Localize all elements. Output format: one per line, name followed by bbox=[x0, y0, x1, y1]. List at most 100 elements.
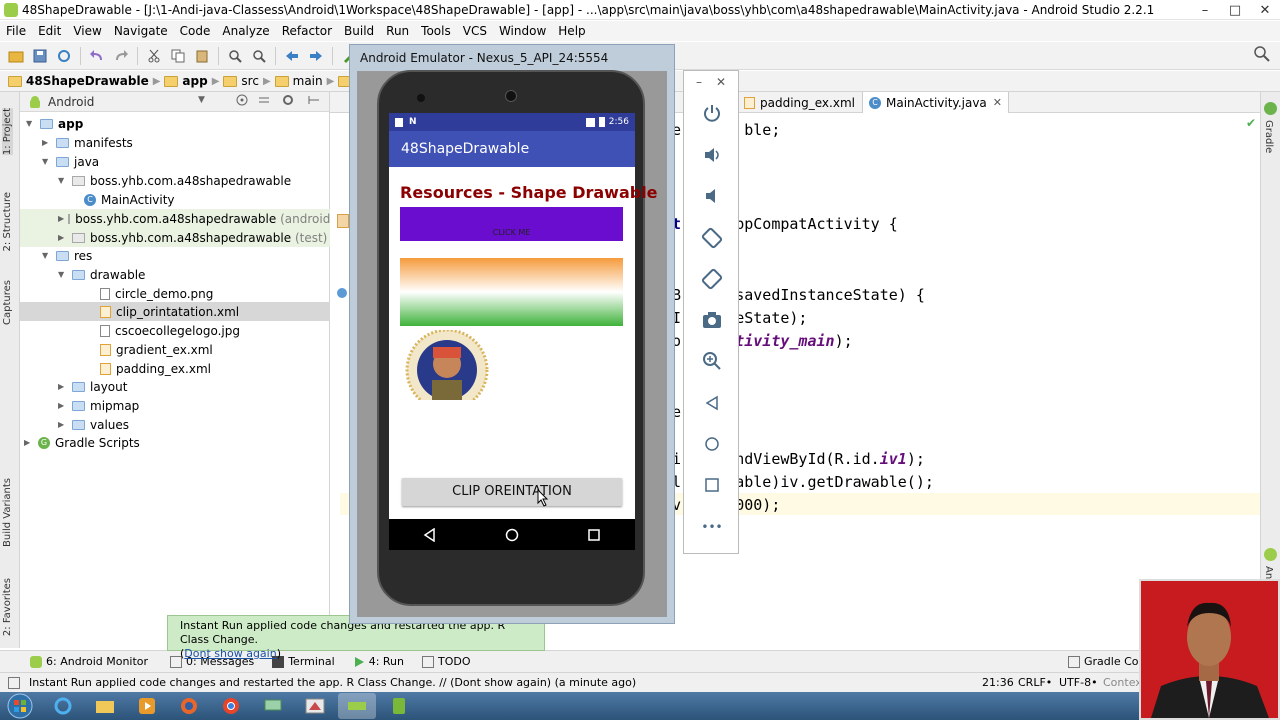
tab-build-variants[interactable]: Build Variants bbox=[2, 478, 13, 547]
tab-mainactivity[interactable]: C MainActivity.java ✕ bbox=[862, 92, 1009, 113]
tree-package-test[interactable]: ▶ boss.yhb.com.a48shapedrawable (test) bbox=[20, 228, 330, 247]
redo-icon[interactable] bbox=[110, 45, 132, 67]
camera-icon[interactable] bbox=[698, 306, 726, 334]
tree-package-androidtest[interactable]: ▶ boss.yhb.com.a48shapedrawable (androidT… bbox=[20, 209, 359, 228]
cut-icon[interactable] bbox=[143, 45, 165, 67]
hide-panel-icon[interactable] bbox=[308, 94, 320, 106]
maximize-button[interactable]: □ bbox=[1220, 0, 1250, 20]
close-emulator-icon[interactable]: ✕ bbox=[716, 75, 726, 89]
menu-refactor[interactable]: Refactor bbox=[282, 24, 332, 38]
breadcrumb-app[interactable]: app ▶ bbox=[164, 74, 219, 88]
tree-mipmap[interactable]: ▶ mipmap bbox=[58, 396, 139, 415]
line-separator[interactable]: CRLF• bbox=[1018, 676, 1052, 689]
volume-down-icon[interactable] bbox=[698, 182, 726, 210]
breadcrumb-project[interactable]: 48ShapeDrawable ▶ bbox=[8, 74, 160, 88]
ie-icon[interactable] bbox=[44, 693, 82, 719]
tree-mainactivity[interactable]: C MainActivity bbox=[84, 190, 175, 209]
media-player-icon[interactable] bbox=[128, 693, 166, 719]
menu-analyze[interactable]: Analyze bbox=[222, 24, 269, 38]
replace-icon[interactable] bbox=[248, 45, 270, 67]
settings-gear-icon[interactable] bbox=[282, 94, 294, 106]
paste-icon[interactable] bbox=[191, 45, 213, 67]
rotate-right-icon[interactable] bbox=[698, 265, 726, 293]
more-options-icon[interactable]: ••• bbox=[698, 513, 726, 541]
paint-icon[interactable] bbox=[296, 693, 334, 719]
tab-favorites[interactable]: 2: Favorites bbox=[2, 578, 13, 636]
tab-structure[interactable]: 2: Structure bbox=[2, 192, 13, 251]
close-tab-icon[interactable]: ✕ bbox=[993, 96, 1002, 109]
zoom-icon[interactable] bbox=[698, 347, 726, 375]
tree-clip-orintatation[interactable]: clip_orintatation.xml bbox=[20, 302, 330, 321]
minimize-button[interactable]: – bbox=[1190, 0, 1220, 20]
nav-back-icon[interactable] bbox=[423, 527, 437, 542]
tree-padding-ex[interactable]: padding_ex.xml bbox=[100, 359, 211, 378]
caret-position[interactable]: 21:36 bbox=[982, 676, 1014, 689]
menu-navigate[interactable]: Navigate bbox=[114, 24, 168, 38]
tree-circle-demo[interactable]: circle_demo.png bbox=[100, 284, 213, 303]
tree-package[interactable]: ▼ boss.yhb.com.a48shapedrawable bbox=[58, 171, 291, 190]
tree-java[interactable]: ▼ java bbox=[42, 152, 99, 171]
copy-icon[interactable] bbox=[167, 45, 189, 67]
menu-file[interactable]: File bbox=[6, 24, 26, 38]
home-icon[interactable] bbox=[698, 430, 726, 458]
fold-marker-icon[interactable] bbox=[337, 214, 349, 228]
tree-cscoecollegelogo[interactable]: cscoecollegelogo.jpg bbox=[100, 321, 240, 340]
tree-values[interactable]: ▶ values bbox=[58, 415, 129, 434]
tab-android-monitor[interactable]: 6: Android Monitor bbox=[30, 655, 148, 668]
project-view-select[interactable]: Android bbox=[48, 95, 94, 109]
menu-code[interactable]: Code bbox=[180, 24, 211, 38]
chrome-icon[interactable] bbox=[212, 693, 250, 719]
menu-build[interactable]: Build bbox=[344, 24, 374, 38]
tree-app[interactable]: ▼ app bbox=[26, 114, 83, 133]
dont-show-again-link[interactable]: Dont show again bbox=[184, 647, 276, 660]
forward-icon[interactable] bbox=[305, 45, 327, 67]
menu-edit[interactable]: Edit bbox=[38, 24, 61, 38]
tree-gradle-scripts[interactable]: ▶ G Gradle Scripts bbox=[24, 433, 140, 452]
tree-res[interactable]: ▼ res bbox=[42, 246, 92, 265]
back-icon[interactable] bbox=[281, 45, 303, 67]
tab-gradle-console[interactable]: Gradle Con bbox=[1068, 655, 1145, 668]
collapse-all-icon[interactable] bbox=[258, 94, 270, 106]
tree-manifests[interactable]: ▶ manifests bbox=[42, 133, 133, 152]
tab-project[interactable]: 1: Project bbox=[2, 108, 13, 156]
minimize-emulator-icon[interactable]: – bbox=[696, 75, 702, 89]
sync-icon[interactable] bbox=[53, 45, 75, 67]
menu-help[interactable]: Help bbox=[558, 24, 585, 38]
menu-run[interactable]: Run bbox=[386, 24, 409, 38]
back-icon[interactable] bbox=[698, 389, 726, 417]
search-everywhere-icon[interactable] bbox=[1254, 46, 1270, 62]
click-me-button[interactable]: CLICK ME bbox=[400, 207, 623, 241]
save-icon[interactable] bbox=[29, 45, 51, 67]
network-icon[interactable] bbox=[254, 693, 292, 719]
find-icon[interactable] bbox=[224, 45, 246, 67]
start-button[interactable] bbox=[0, 693, 40, 719]
breadcrumb-src[interactable]: src ▶ bbox=[223, 74, 271, 88]
scroll-from-source-icon[interactable] bbox=[236, 94, 248, 106]
overview-icon[interactable] bbox=[698, 471, 726, 499]
file-encoding[interactable]: UTF-8• bbox=[1059, 676, 1098, 689]
tree-drawable[interactable]: ▼ drawable bbox=[58, 265, 145, 284]
undo-icon[interactable] bbox=[86, 45, 108, 67]
close-button[interactable]: ✕ bbox=[1250, 0, 1280, 20]
tab-captures[interactable]: Captures bbox=[2, 280, 13, 325]
tree-layout[interactable]: ▶ layout bbox=[58, 377, 127, 396]
override-marker-icon[interactable] bbox=[337, 288, 347, 298]
firefox-icon[interactable] bbox=[170, 693, 208, 719]
tab-padding-ex[interactable]: padding_ex.xml ✕ bbox=[738, 92, 876, 113]
rotate-left-icon[interactable] bbox=[698, 224, 726, 252]
menu-vcs[interactable]: VCS bbox=[463, 24, 487, 38]
breadcrumb-main[interactable]: main ▶ bbox=[274, 74, 334, 88]
open-folder-icon[interactable] bbox=[5, 45, 27, 67]
menu-tools[interactable]: Tools bbox=[421, 24, 451, 38]
nav-recents-icon[interactable] bbox=[587, 528, 601, 542]
explorer-icon[interactable] bbox=[86, 693, 124, 719]
status-message[interactable]: Instant Run applied code changes and res… bbox=[29, 676, 636, 689]
tab-gradle[interactable]: Gradle bbox=[1263, 120, 1274, 153]
clip-orientation-button[interactable]: CLIP OREINTATION bbox=[402, 478, 622, 506]
menu-view[interactable]: View bbox=[73, 24, 101, 38]
android-studio-task[interactable] bbox=[338, 693, 376, 719]
emulator-task[interactable] bbox=[380, 693, 418, 719]
menu-window[interactable]: Window bbox=[499, 24, 546, 38]
nav-home-icon[interactable] bbox=[505, 528, 519, 542]
tree-gradient-ex[interactable]: gradient_ex.xml bbox=[100, 340, 213, 359]
